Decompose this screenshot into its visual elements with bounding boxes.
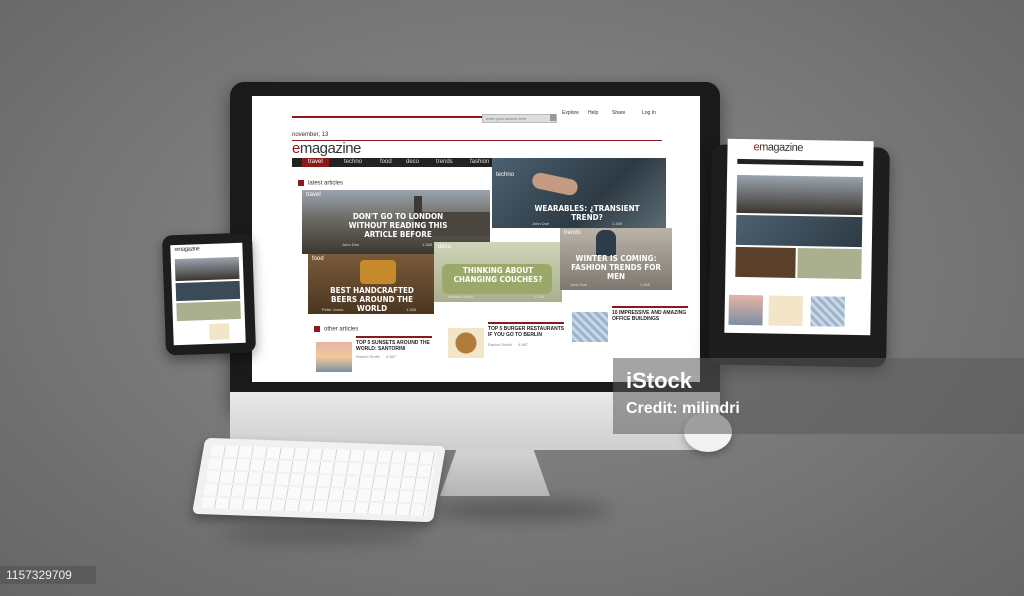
phone-screen: emagazine — [170, 242, 246, 346]
hand-phone-shape — [530, 171, 580, 197]
article-tile-couches[interactable]: deco Thinking about changing couches? Me… — [434, 242, 562, 302]
tile-author: John Doe — [342, 242, 360, 247]
sunset-thumbnail — [316, 342, 352, 372]
other-article-card[interactable]: Top 5 sunsets around the world: Santorin… — [316, 336, 436, 376]
tile-category: travel — [306, 192, 321, 198]
nav-travel[interactable]: travel — [302, 158, 329, 167]
date-label: november, 13 — [292, 132, 329, 138]
card-rule — [612, 306, 688, 308]
tile-category: food — [312, 256, 324, 262]
nav-deco[interactable]: deco — [406, 158, 419, 167]
card-rule — [356, 336, 432, 338]
card-views: 4.567 — [518, 342, 529, 347]
tile-headline: Winter is coming: fashion trends for men — [571, 254, 661, 281]
phone-tile-wearables — [175, 280, 241, 302]
watermark-credit: Credit: milindri — [626, 400, 740, 417]
article-tile-wearables[interactable]: techno Wearables: ¿transient trend? John… — [492, 158, 666, 228]
latest-articles-title: latest articles — [298, 180, 343, 187]
tablet-navbar — [737, 158, 864, 167]
tablet-tile-wearables — [735, 214, 863, 248]
card-title: Top 5 sunsets around the world: Santorin… — [356, 340, 430, 352]
tile-views: 1.345 — [534, 294, 545, 299]
nav-share[interactable]: Share — [612, 110, 625, 116]
tile-author: John Doe — [570, 282, 588, 287]
tile-headline: Wearables: ¿transient trend? — [534, 204, 640, 222]
tile-category: trends — [564, 230, 581, 236]
tile-views: 1.345 — [422, 242, 433, 247]
beer-glass-shape — [360, 260, 396, 284]
search-icon[interactable] — [550, 114, 556, 121]
tablet-thumb-burger — [768, 295, 803, 327]
tile-views: 1.345 — [640, 282, 651, 287]
tablet-screen: emagazine — [724, 138, 874, 336]
logo-name: magazine — [299, 140, 362, 157]
tile-author: Melissa Smith — [448, 294, 473, 299]
phone-tile-london — [174, 256, 240, 282]
nav-techno[interactable]: techno — [344, 158, 362, 167]
card-views: 4.567 — [386, 354, 397, 359]
article-tile-fashion[interactable]: trends Winter is coming: fashion trends … — [560, 228, 672, 290]
keyboard-keys — [201, 444, 437, 516]
card-author: Rachel Smith — [356, 354, 380, 359]
tile-headline: Don't go to London without reading this … — [348, 212, 448, 239]
tile-category: techno — [496, 172, 515, 178]
tablet-tile-beers — [735, 246, 796, 278]
tablet-thumb-building — [810, 296, 845, 327]
nav-food[interactable]: food — [380, 158, 392, 167]
tablet-thumb-sunset — [728, 294, 763, 326]
nav-login[interactable]: Log In — [642, 110, 656, 116]
nav-explore[interactable]: Explore — [562, 110, 579, 116]
tile-author: John Doe — [532, 221, 550, 226]
tile-author: Peter Jones — [322, 307, 344, 312]
nav-fashion[interactable]: fashion — [470, 158, 489, 167]
logo-name: magazine — [177, 246, 200, 254]
desktop-screen: enter your search term Explore Help Shar… — [252, 96, 700, 382]
card-rule — [488, 322, 564, 324]
tablet-tile-couches — [797, 247, 862, 280]
article-tile-beers[interactable]: food Best handcrafted beers around the w… — [308, 254, 434, 314]
monitor-shadow — [430, 500, 610, 520]
phone-logo: emagazine — [174, 246, 199, 253]
man-figure-shape — [596, 230, 616, 256]
phone-tile-burger — [209, 323, 230, 340]
tile-views: 1.345 — [612, 221, 623, 226]
logo-prefix: e — [292, 140, 300, 157]
tile-headline: Thinking about changing couches? — [453, 266, 543, 284]
tablet-logo: emagazine — [753, 141, 803, 154]
other-article-card[interactable]: 10 impressive and amazing office buildin… — [572, 306, 692, 346]
card-title: Top 5 burger restaurants if you go to Be… — [488, 326, 565, 338]
card-title: 10 impressive and amazing office buildin… — [612, 310, 687, 322]
tile-category: deco — [438, 244, 452, 250]
burger-thumbnail — [448, 328, 484, 358]
stock-id-label: 1157329709 — [0, 566, 96, 584]
logo-name: magazine — [759, 141, 803, 155]
keyboard-shadow — [220, 528, 420, 542]
card-author: Rachel Smith — [488, 342, 512, 347]
nav-help[interactable]: Help — [588, 110, 598, 116]
tablet-tile-london — [736, 174, 864, 216]
building-thumbnail — [572, 312, 608, 342]
tile-views: 1.345 — [406, 307, 417, 312]
phone-tile-couches — [176, 300, 241, 322]
other-articles-title: other articles — [314, 326, 358, 333]
header-rule — [292, 116, 482, 118]
search-input[interactable]: enter your search term — [482, 114, 557, 123]
keyboard — [192, 437, 446, 523]
nav-trends[interactable]: trends — [436, 158, 453, 167]
site-logo[interactable]: emagazine — [292, 140, 361, 157]
watermark-logo: iStock — [626, 368, 693, 393]
other-article-card[interactable]: Top 5 burger restaurants if you go to Be… — [448, 322, 568, 362]
